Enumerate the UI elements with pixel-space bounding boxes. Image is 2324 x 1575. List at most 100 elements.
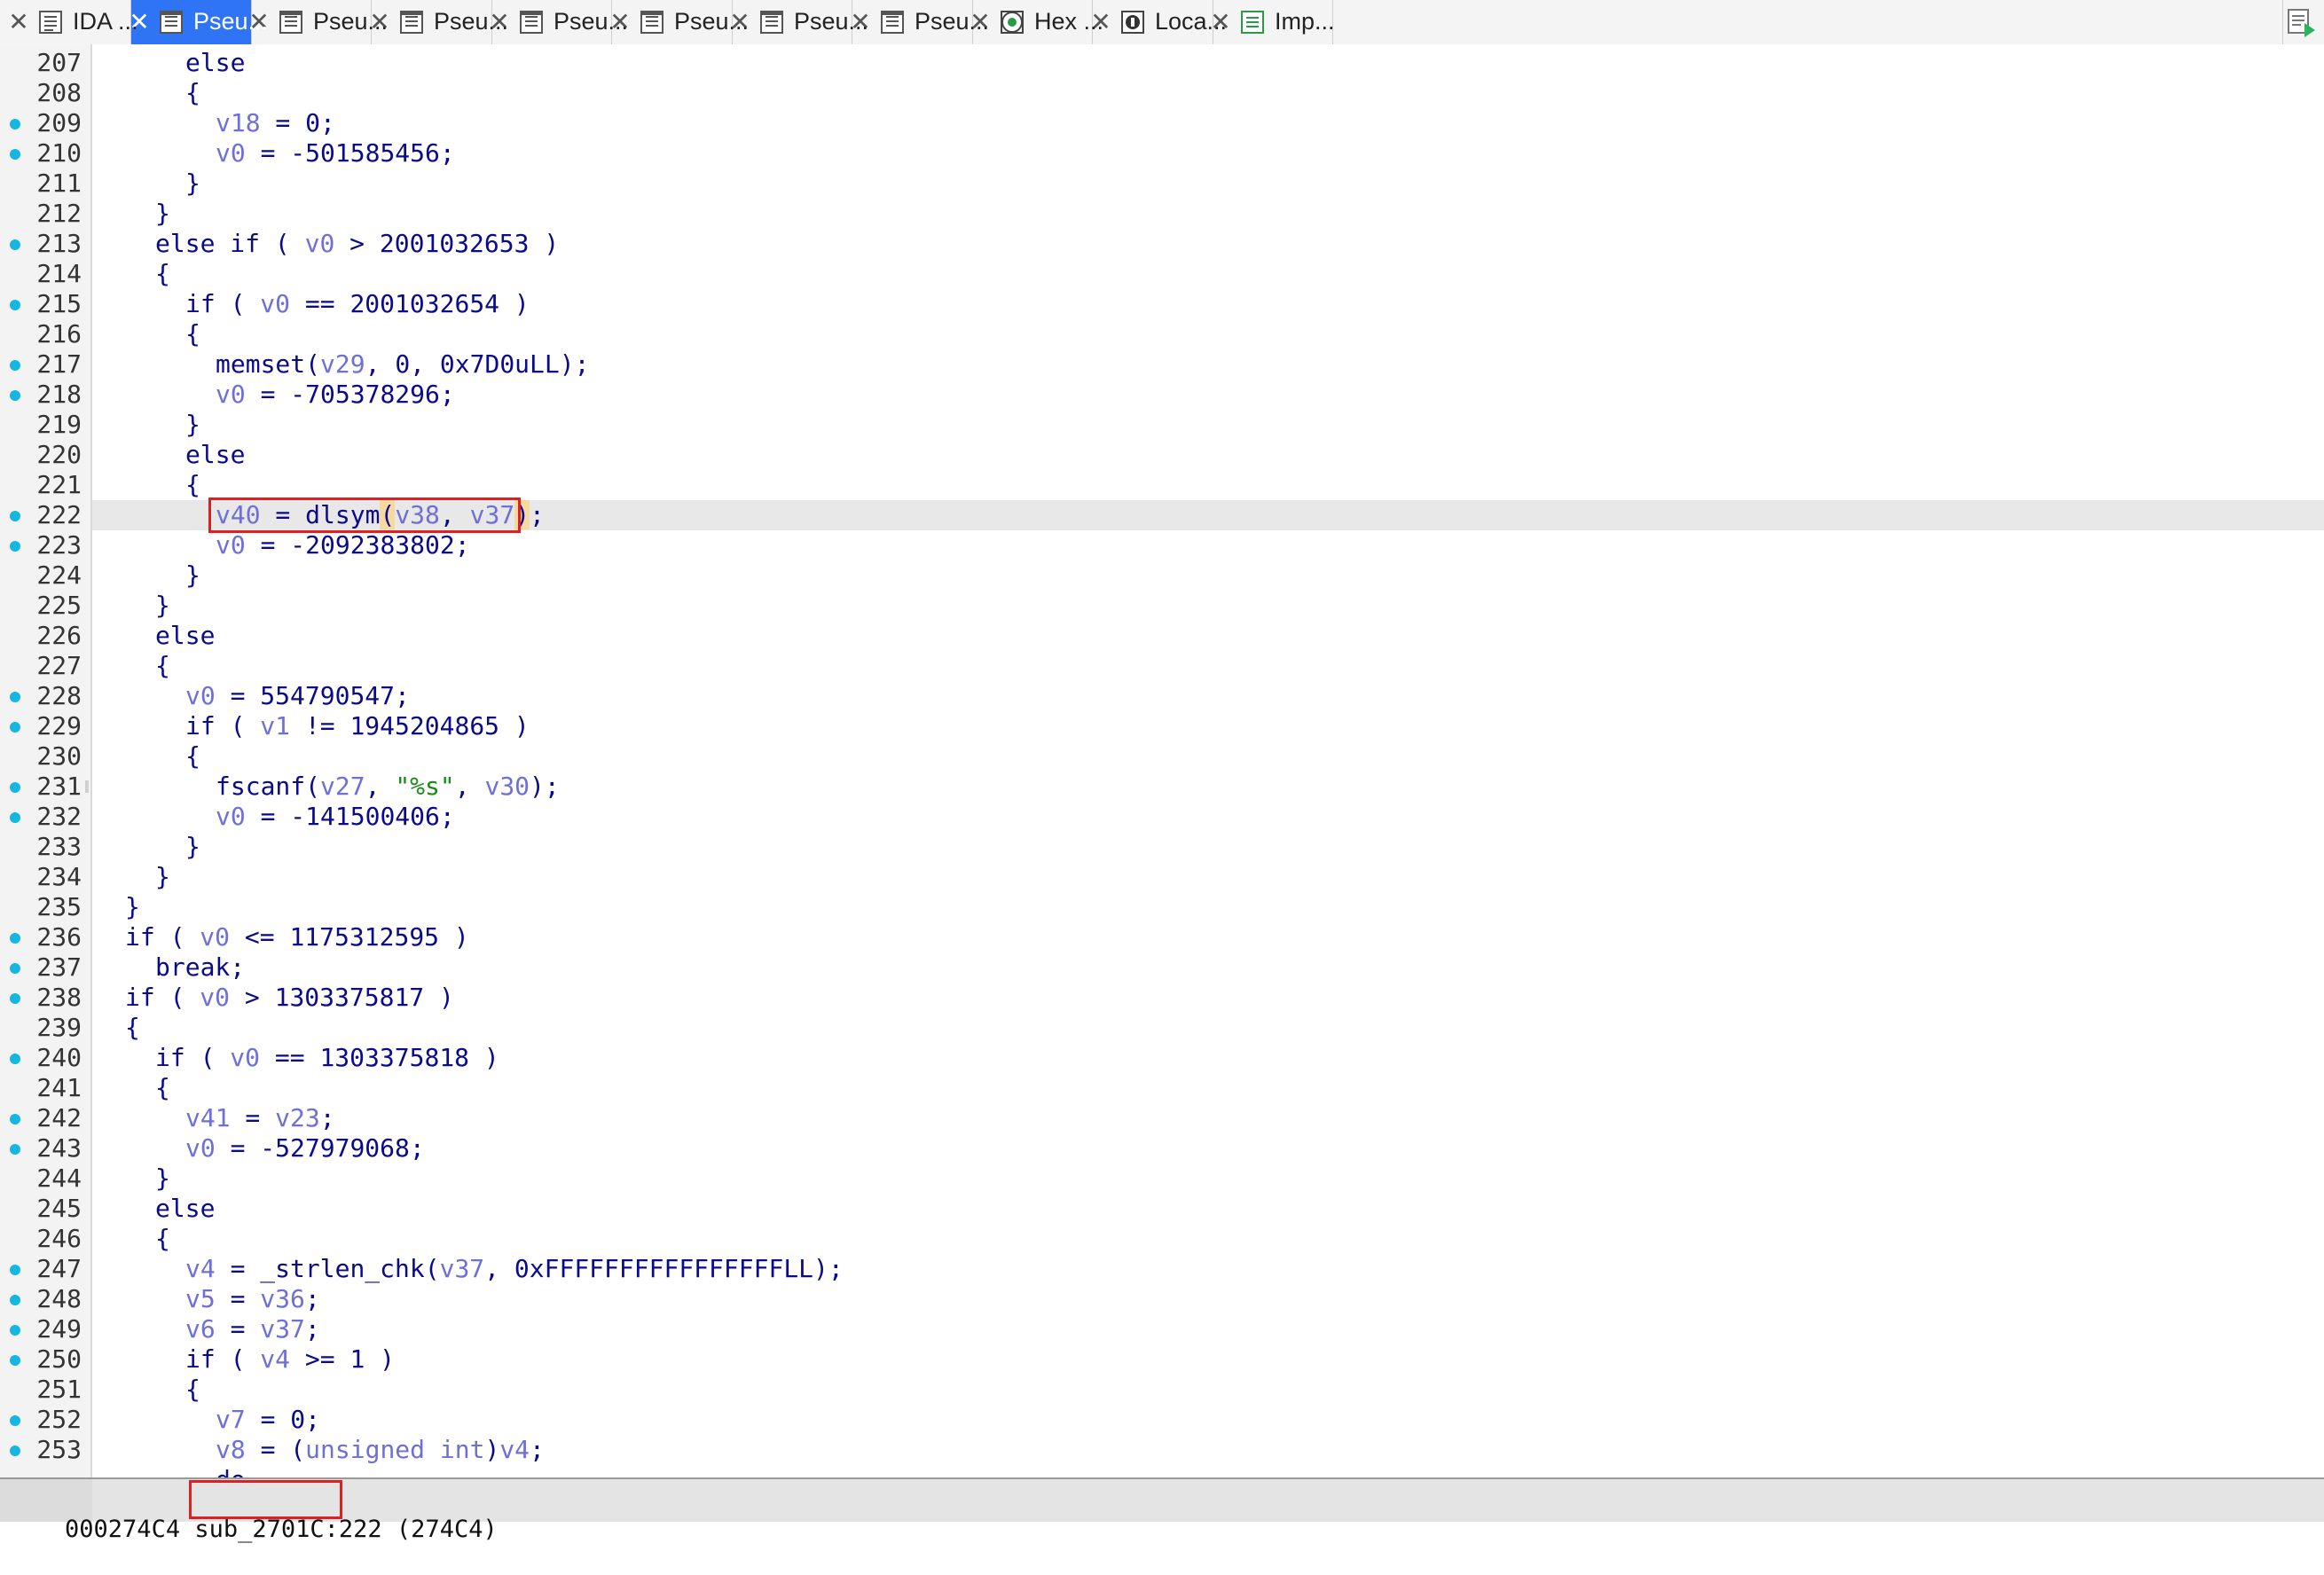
code-line[interactable]: if ( v0 <= 1175312595 ) [125, 922, 469, 952]
breakpoint-dot-icon[interactable] [10, 390, 20, 401]
code-line[interactable]: v18 = 0; [216, 108, 335, 138]
code-line[interactable]: } [185, 560, 200, 591]
variable-token[interactable]: v4 [499, 1435, 530, 1464]
code-line[interactable]: } [185, 410, 200, 440]
breakpoint-dot-icon[interactable] [10, 1114, 20, 1124]
variable-token[interactable]: v41 [185, 1103, 231, 1132]
code-line[interactable]: { [125, 1013, 140, 1043]
code-line[interactable]: { [155, 651, 170, 681]
tab-overflow-button[interactable] [2282, 0, 2324, 44]
close-icon[interactable]: ✕ [7, 10, 30, 35]
variable-token[interactable]: v0 [216, 530, 246, 560]
code-line[interactable]: if ( v4 >= 1 ) [185, 1344, 395, 1375]
tab-9[interactable]: ✕ Loca... [1090, 0, 1227, 44]
code-line[interactable]: else if ( v0 > 2001032653 ) [155, 229, 559, 259]
breakpoint-dot-icon[interactable] [10, 1295, 20, 1305]
code-line[interactable]: else [155, 1194, 215, 1224]
variable-token[interactable]: v27 [320, 772, 365, 801]
code-line[interactable]: { [185, 741, 200, 772]
breakpoint-dot-icon[interactable] [10, 1415, 20, 1426]
code-line[interactable]: v0 = -2092383802; [216, 530, 470, 560]
code-line[interactable]: { [155, 1073, 170, 1103]
variable-token[interactable]: v0 [200, 922, 230, 952]
code-line[interactable]: if ( v0 == 1303375818 ) [155, 1043, 499, 1073]
code-line[interactable]: else [155, 621, 215, 651]
code-line[interactable]: v41 = v23; [185, 1103, 335, 1133]
breakpoint-dot-icon[interactable] [10, 239, 20, 250]
breakpoint-dot-icon[interactable] [10, 541, 20, 552]
tab-5[interactable]: ✕ Pseu... [609, 0, 749, 44]
variable-token[interactable]: v30 [484, 772, 530, 801]
code-line[interactable]: do [216, 1465, 246, 1477]
tab-10[interactable]: ✕ Imp... [1210, 0, 1335, 44]
code-line[interactable]: { [155, 259, 170, 289]
breakpoint-dot-icon[interactable] [10, 812, 20, 823]
variable-token[interactable]: v0 [185, 681, 216, 710]
variable-token[interactable]: v0 [260, 289, 290, 318]
pseudocode-view[interactable]: else{v18 = 0; v0 = -501585456;}} else if (… [92, 44, 2324, 1477]
variable-token[interactable]: v36 [260, 1284, 305, 1313]
function-call-token[interactable]: fscanf [216, 772, 305, 801]
code-line[interactable]: v0 = -141500406; [216, 802, 455, 832]
variable-token[interactable]: v4 [260, 1344, 290, 1374]
tab-2[interactable]: ✕ Pseu... [248, 0, 388, 44]
variable-token[interactable]: v5 [185, 1284, 216, 1313]
tab-8[interactable]: ✕ Hex ... [970, 0, 1103, 44]
function-call-token[interactable]: memset [216, 349, 305, 379]
breakpoint-dot-icon[interactable] [10, 782, 20, 793]
variable-token[interactable]: v0 [185, 1133, 216, 1163]
variable-token[interactable]: v0 [230, 1043, 260, 1072]
code-line[interactable]: } [185, 168, 200, 199]
code-line[interactable]: { [155, 1224, 170, 1254]
code-line[interactable]: v0 = 554790547; [185, 681, 410, 711]
line-number-gutter[interactable]: 207 208 209 210 211 212 213 214 215 216 217 218 219 2… [0, 44, 92, 1477]
breakpoint-dot-icon[interactable] [10, 1265, 20, 1275]
code-line[interactable]: v8 = (unsigned int)v4; [216, 1435, 545, 1465]
code-line[interactable]: else [185, 440, 245, 470]
breakpoint-dot-icon[interactable] [10, 722, 20, 733]
variable-token[interactable]: v0 [216, 802, 246, 831]
code-line[interactable]: if ( v0 == 2001032654 ) [185, 289, 530, 319]
breakpoint-dot-icon[interactable] [10, 1355, 20, 1366]
variable-token[interactable]: v18 [216, 108, 261, 137]
code-line[interactable]: v0 = -501585456; [216, 138, 455, 168]
variable-token[interactable]: v7 [216, 1405, 246, 1434]
tab-7[interactable]: ✕ Pseu... [850, 0, 989, 44]
code-line[interactable]: } [155, 591, 170, 621]
code-line[interactable]: v0 = -527979068; [185, 1133, 425, 1164]
variable-token[interactable]: v37 [260, 1314, 305, 1344]
code-line[interactable]: v7 = 0; [216, 1405, 320, 1435]
code-line[interactable]: memset(v29, 0, 0x7D0uLL); [216, 349, 589, 380]
variable-token[interactable]: v4 [185, 1254, 216, 1283]
breakpoint-dot-icon[interactable] [10, 963, 20, 974]
variable-token[interactable]: v0 [216, 380, 246, 409]
variable-token[interactable]: v0 [305, 229, 335, 258]
code-line[interactable]: if ( v0 > 1303375817 ) [125, 983, 454, 1013]
variable-token[interactable]: v29 [320, 349, 365, 379]
breakpoint-dot-icon[interactable] [10, 511, 20, 521]
tab-4[interactable]: ✕ Pseu... [489, 0, 628, 44]
variable-token[interactable]: v1 [260, 711, 290, 740]
variable-token[interactable]: v6 [185, 1314, 216, 1344]
code-line[interactable]: if ( v1 != 1945204865 ) [185, 711, 530, 741]
function-call-token[interactable]: _strlen_chk [260, 1254, 424, 1283]
tab-3[interactable]: ✕ Pseu... [369, 0, 508, 44]
breakpoint-dot-icon[interactable] [10, 300, 20, 310]
code-line[interactable]: else [185, 48, 245, 78]
breakpoint-dot-icon[interactable] [10, 149, 20, 160]
code-line[interactable]: } [155, 862, 170, 892]
code-line[interactable]: v0 = -705378296; [216, 380, 455, 410]
code-line[interactable]: } [185, 832, 200, 862]
breakpoint-dot-icon[interactable] [10, 1325, 20, 1336]
code-line[interactable]: break; [155, 952, 245, 983]
variable-token[interactable]: v0 [200, 983, 230, 1012]
tab-1[interactable]: ✕ Pseu... [129, 0, 268, 44]
breakpoint-dot-icon[interactable] [10, 119, 20, 129]
breakpoint-dot-icon[interactable] [10, 993, 20, 1004]
variable-token[interactable]: v23 [275, 1103, 320, 1132]
code-line[interactable]: { [185, 319, 200, 349]
code-line[interactable]: { [185, 78, 200, 108]
variable-token[interactable]: v8 [216, 1435, 246, 1464]
code-line[interactable]: { [185, 1375, 200, 1405]
variable-token[interactable]: v0 [216, 138, 246, 168]
